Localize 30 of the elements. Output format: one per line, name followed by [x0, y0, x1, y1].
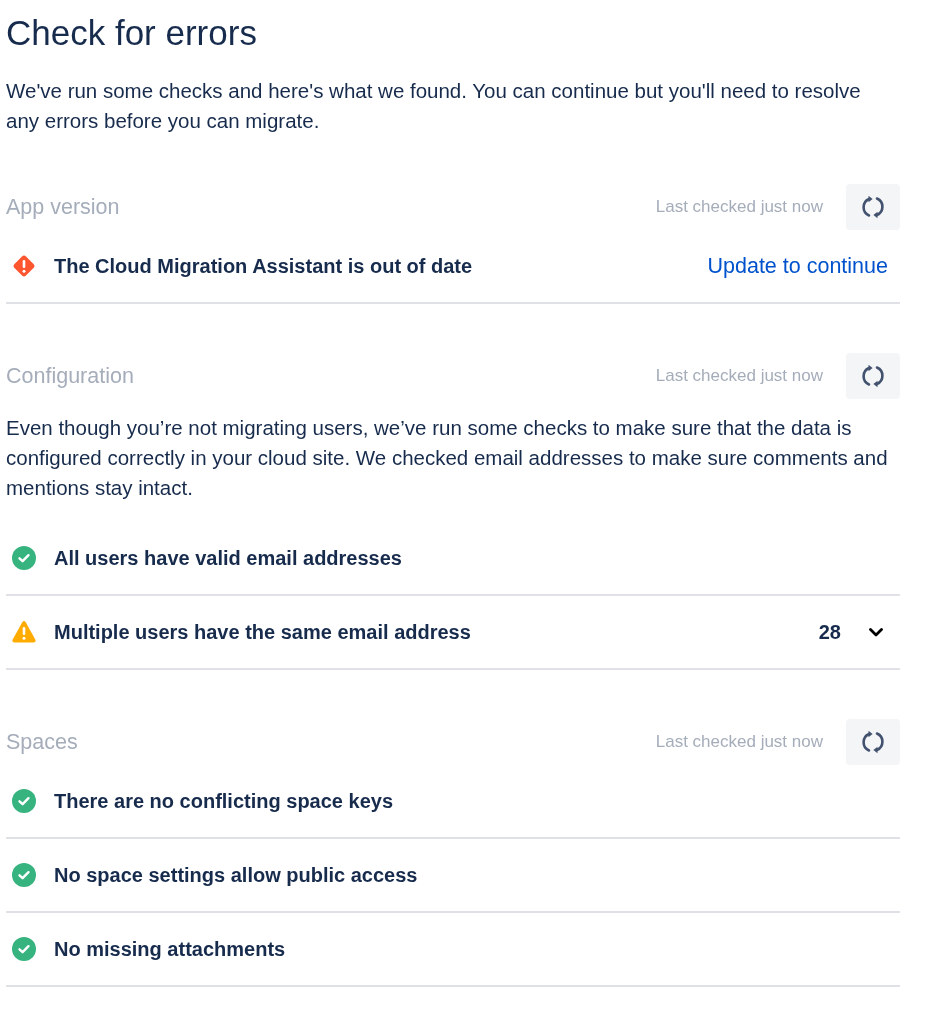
warning-triangle-icon — [12, 620, 36, 644]
check-result-text: The Cloud Migration Assistant is out of date — [54, 254, 474, 278]
update-link[interactable]: Update to continue — [707, 253, 888, 279]
check-result-text: There are no conflicting space keys — [54, 789, 394, 813]
check-circle-icon — [12, 789, 36, 813]
last-checked-text: Last checked just now — [655, 197, 823, 217]
chevron-down-icon[interactable] — [869, 627, 883, 637]
check-result-text: No space settings allow public access — [54, 863, 419, 887]
issue-count: 28 — [818, 620, 841, 644]
section-heading: Spaces — [6, 729, 79, 755]
last-checked-text: Last checked just now — [655, 366, 823, 386]
intro-text: We've run some checks and here's what we found. You can continue but you'll need to resolve any errors before you can migrate. — [6, 78, 862, 134]
refresh-icon — [862, 195, 884, 219]
check-result-text: No missing attachments — [54, 937, 287, 961]
section-heading: App version — [6, 194, 121, 220]
refresh-icon — [862, 364, 884, 388]
check-circle-icon — [12, 546, 36, 570]
refresh-button[interactable] — [846, 719, 900, 765]
check-circle-icon — [12, 937, 36, 961]
error-diamond-icon — [12, 254, 36, 278]
section-description: Even though you’re not migrating users, we’ve run some checks to make sure that the data is configured correctly in your cloud site. We checked email addresses to make sure comments and mentions stay intact. — [6, 415, 889, 501]
refresh-icon — [862, 730, 884, 754]
refresh-button[interactable] — [846, 353, 900, 399]
check-result-text: All users have valid email addresses — [54, 546, 403, 570]
refresh-button[interactable] — [846, 184, 900, 230]
check-result-text: Multiple users have the same email address — [54, 620, 472, 644]
section-heading: Configuration — [6, 363, 135, 389]
page-title: Check for errors — [6, 13, 258, 53]
last-checked-text: Last checked just now — [655, 732, 823, 752]
check-circle-icon — [12, 863, 36, 887]
